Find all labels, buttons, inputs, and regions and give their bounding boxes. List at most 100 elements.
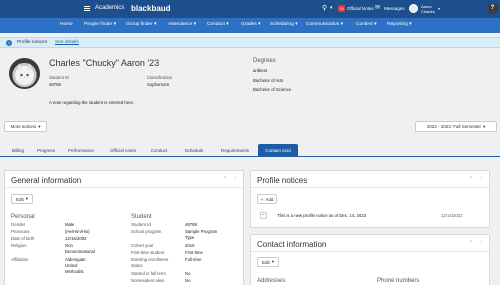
nav-item-home[interactable]: Home	[60, 22, 73, 27]
collapse-icon[interactable]: ⌃	[223, 176, 227, 182]
contact-information-title: Contact information	[257, 240, 327, 249]
edit-label: Edit	[15, 196, 24, 202]
profile-notices-label: Profile notices	[17, 40, 48, 45]
student-value: 48789	[185, 222, 197, 227]
more-options-icon[interactable]: ⋮	[479, 240, 484, 246]
nav-item-conduct[interactable]: Conduct ▾	[207, 22, 229, 27]
more-options-icon[interactable]: ⋮	[479, 176, 484, 182]
student-label: Nonresident alien	[131, 278, 165, 283]
tab-contact-card[interactable]: Contact card	[258, 144, 298, 156]
see-details-link[interactable]: See details	[55, 40, 79, 45]
nav-item-communication-label: Communication	[306, 22, 340, 27]
user-name-line2[interactable]: Charles	[421, 9, 435, 14]
more-actions-label: More actions	[10, 124, 37, 129]
personal-label: Pronouns	[11, 229, 30, 234]
notice-text: This is a new profile notice as of Dec. …	[277, 213, 367, 218]
nav-item-attendance[interactable]: Attendance ▾	[168, 22, 196, 27]
search-icon[interactable]: ⚲	[322, 4, 327, 12]
general-information-card: General information ⌃ ⋮ Edit ▾ Personal G…	[4, 170, 244, 285]
student-value: No	[185, 271, 191, 276]
more-options-icon[interactable]: ⋮	[233, 176, 238, 182]
info-icon: i	[6, 39, 12, 46]
semester-value: 2022 - 2023: Fall Semester	[426, 124, 481, 129]
collapse-icon[interactable]: ⌃	[469, 240, 473, 246]
personal-heading: Personal	[11, 214, 35, 220]
tab-schedule[interactable]: Schedule	[180, 144, 208, 156]
student-label: School program	[131, 229, 162, 234]
nav-item-people-finder[interactable]: People finder ▾	[84, 22, 116, 27]
nav-item-communication[interactable]: Communication ▾	[306, 22, 343, 27]
tab-billing[interactable]: Billing	[6, 144, 30, 156]
chevron-down-icon: ▾	[483, 123, 486, 129]
nav-item-scheduling-label: Scheduling	[270, 22, 294, 27]
card-divider	[251, 251, 489, 252]
menu-icon[interactable]	[84, 6, 90, 12]
personal-value: Non Denominational	[65, 243, 95, 254]
nav-item-scheduling[interactable]: Scheduling ▾	[270, 22, 298, 27]
avatar[interactable]	[409, 4, 418, 13]
official-notes-link[interactable]: Official Notes	[347, 6, 374, 11]
student-id-label: Student ID	[49, 75, 70, 80]
nav-item-reporting[interactable]: Reporting ▾	[387, 22, 412, 27]
user-chevron-icon[interactable]: ▾	[438, 6, 440, 11]
student-photo	[9, 58, 40, 89]
messages-link[interactable]: Messages	[384, 6, 405, 11]
nav-item-group-finder-label: Group finder	[126, 22, 153, 27]
notice-date: 12/14/2022	[441, 213, 463, 218]
brand-logo: blackbaud	[131, 4, 171, 13]
notes-count-badge[interactable]: 15	[338, 5, 345, 12]
more-actions-button[interactable]: More actions ▾	[4, 121, 47, 132]
degree-item: Bachelor of Science	[253, 87, 292, 92]
general-information-title: General information	[11, 176, 82, 185]
student-heading: Student	[131, 214, 152, 220]
degree-item: Bachelor of Arts	[253, 78, 284, 83]
contact-information-card: Contact information ⌃ ⋮ Edit ▾ Addresses …	[250, 234, 490, 285]
student-value: No	[185, 278, 191, 283]
edit-button[interactable]: Edit ▾	[11, 194, 33, 204]
nav-item-conduct-label: Conduct	[207, 22, 225, 27]
collapse-icon[interactable]: ⌃	[469, 176, 473, 182]
notice-toggle-button[interactable]: −	[260, 212, 267, 219]
mail-icon[interactable]: ✉	[375, 4, 380, 11]
degrees-label: Degrees	[253, 58, 276, 64]
student-label: Student Id	[131, 222, 151, 227]
tab-requirements[interactable]: Requirements	[215, 144, 255, 156]
classification-label: Classification	[147, 75, 173, 80]
nav-item-reporting-label: Reporting	[387, 22, 408, 27]
nav-item-grades[interactable]: Grades ▾	[241, 22, 260, 27]
edit-button[interactable]: Edit ▾	[257, 257, 279, 267]
personal-value: 12/15/2002	[65, 236, 87, 241]
plus-icon: +	[260, 196, 264, 202]
cat-photo	[15, 63, 34, 85]
student-value: Full-time	[185, 257, 202, 262]
main-nav: Home People finder ▾ Group finder ▾ Atte…	[0, 18, 500, 33]
add-notice-button[interactable]: + Add	[257, 194, 277, 204]
nav-item-content[interactable]: Content ▾	[356, 22, 377, 27]
help-icon[interactable]: ?	[487, 3, 498, 14]
top-bar: Academics blackbaud ⚲ ▾ 15 Official Note…	[0, 0, 500, 18]
tab-conduct[interactable]: Conduct	[146, 144, 172, 156]
search-chevron-icon[interactable]: ▾	[330, 5, 333, 11]
student-id-value: 48789	[49, 82, 61, 87]
tab-official-notes[interactable]: Official notes	[103, 144, 143, 156]
app-name[interactable]: Academics	[95, 5, 124, 11]
degree-item: anbtest	[253, 68, 268, 73]
student-label: Entering enrollment status	[131, 257, 169, 268]
student-label: Started in fall term	[131, 271, 166, 276]
semester-select[interactable]: 2022 - 2023: Fall Semester ▾	[415, 121, 497, 132]
phone-numbers-heading: Phone numbers	[377, 278, 420, 284]
tab-progress[interactable]: Progress	[33, 144, 59, 156]
add-label: Add	[265, 196, 274, 202]
profile-notice-banner: i Profile notices See details	[0, 37, 500, 48]
nav-item-content-label: Content	[356, 22, 373, 27]
addresses-heading: Addresses	[257, 278, 286, 284]
student-value: 2016	[185, 243, 195, 248]
tab-performance[interactable]: Performance	[63, 144, 99, 156]
chevron-down-icon: ▾	[25, 196, 29, 201]
student-label: Cohort year	[131, 243, 154, 248]
personal-label: Affiliation	[11, 257, 29, 262]
classification-value: Sophomore	[147, 82, 170, 87]
nav-item-group-finder[interactable]: Group finder ▾	[126, 22, 156, 27]
card-divider	[5, 187, 243, 188]
nav-item-attendance-label: Attendance	[168, 22, 193, 27]
